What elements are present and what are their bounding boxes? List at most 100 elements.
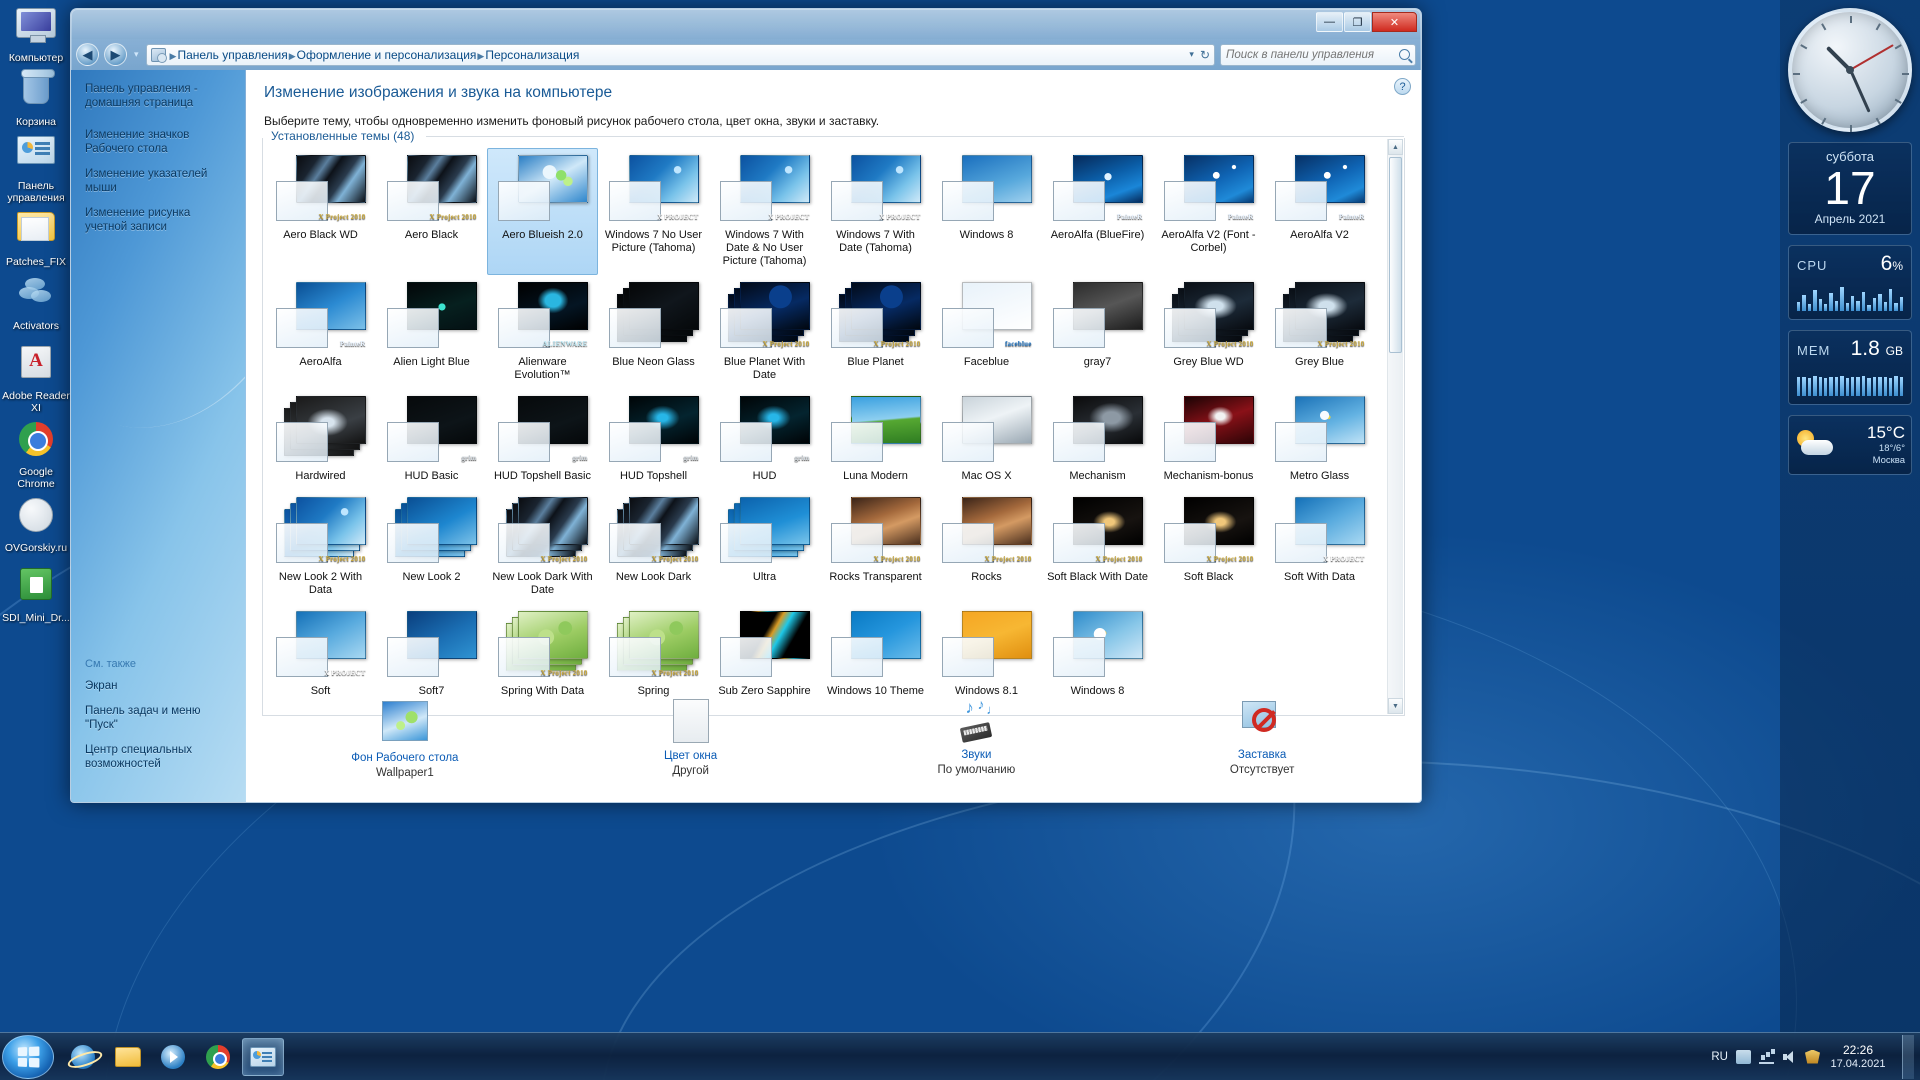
start-button[interactable] — [2, 1034, 54, 1079]
theme-item[interactable]: Hardwired — [265, 389, 376, 490]
theme-option-wallpaper[interactable]: Фон Рабочего стола Wallpaper1 — [305, 698, 505, 779]
recent-pages-dropdown-icon[interactable]: ▾ — [132, 49, 141, 60]
scroll-up-icon[interactable]: ▲ — [1388, 139, 1403, 155]
theme-item[interactable]: Sub Zero Sapphire — [709, 604, 820, 705]
theme-option-window-color[interactable]: Цвет окна Другой — [591, 698, 791, 777]
theme-item[interactable]: faceblue Faceblue — [931, 275, 1042, 389]
desktop-icon-recycle-bin[interactable]: Корзина — [0, 69, 72, 128]
theme-item[interactable]: PaintеR AeroAlfa V2 (Font - Corbel) — [1153, 148, 1264, 275]
address-bar[interactable]: ▶Панель управления▶Оформление и персонал… — [145, 43, 1215, 66]
calendar-gadget[interactable]: суббота 17 Апрель 2021 — [1788, 142, 1912, 235]
theme-item[interactable]: grim HUD Basic — [376, 389, 487, 490]
theme-item[interactable]: Metro Glass — [1264, 389, 1375, 490]
theme-item[interactable]: Alien Light Blue — [376, 275, 487, 389]
search-box[interactable] — [1220, 43, 1416, 66]
theme-item[interactable]: grim HUD Topshell — [598, 389, 709, 490]
window-titlebar[interactable]: — ❐ ✕ — [71, 9, 1421, 39]
theme-item[interactable]: Soft7 — [376, 604, 487, 705]
theme-item[interactable]: Aero Blueish 2.0 — [487, 148, 598, 275]
desktop-icon-folder[interactable]: Patches_FIX — [0, 212, 72, 268]
close-button[interactable]: ✕ — [1372, 12, 1417, 32]
theme-item[interactable]: Ultra — [709, 490, 820, 604]
back-button[interactable]: ◀ — [76, 43, 99, 66]
theme-option-screensaver[interactable]: Заставка Отсутствует — [1162, 698, 1362, 776]
address-dropdown-icon[interactable]: ▾ — [1189, 49, 1194, 60]
theme-item[interactable]: grim HUD Topshell Basic — [487, 389, 598, 490]
theme-item[interactable]: grim HUD — [709, 389, 820, 490]
theme-item[interactable]: X PROJECT Windows 7 No User Picture (Taho… — [598, 148, 709, 275]
theme-item[interactable]: PaintеR AeroAlfa — [265, 275, 376, 389]
option-link[interactable]: Цвет окна — [591, 750, 791, 762]
theme-item[interactable]: X Project 2010 New Look Dark — [598, 490, 709, 604]
theme-item[interactable]: Mechanism — [1042, 389, 1153, 490]
theme-item[interactable]: X PROJECT Soft — [265, 604, 376, 705]
desktop-icon-computer[interactable]: Компьютер — [0, 8, 72, 64]
theme-item[interactable]: gray7 — [1042, 275, 1153, 389]
theme-item[interactable]: Luna Modern — [820, 389, 931, 490]
theme-item[interactable]: X Project 2010 Rocks — [931, 490, 1042, 604]
search-input[interactable] — [1226, 48, 1395, 61]
theme-item[interactable]: X Project 2010 Soft Black With Date — [1042, 490, 1153, 604]
desktop-icon-disc[interactable]: OVGorskiy.ru — [0, 498, 72, 554]
minimize-button[interactable]: — — [1316, 12, 1343, 32]
refresh-icon[interactable]: ↻ — [1200, 48, 1210, 62]
scrollbar-thumb[interactable] — [1389, 157, 1402, 353]
desktop-icon-control-panel[interactable]: Панель управления — [0, 136, 72, 204]
search-icon[interactable] — [1399, 49, 1410, 60]
themes-scrollbar[interactable]: ▲ ▼ — [1387, 139, 1403, 714]
theme-item[interactable]: PaintеR AeroAlfa (BlueFire) — [1042, 148, 1153, 275]
theme-item[interactable]: X Project 2010 Spring — [598, 604, 709, 705]
taskbar-button-control-panel[interactable] — [242, 1037, 284, 1076]
theme-item[interactable]: ALIENWARE Alienware Evolution™ — [487, 275, 598, 389]
theme-item[interactable]: X Project 2010 Spring With Data — [487, 604, 598, 705]
taskbar-button-chrome[interactable] — [197, 1038, 239, 1076]
theme-item[interactable]: Windows 8 — [1042, 604, 1153, 705]
shield-icon[interactable] — [1805, 1049, 1820, 1064]
breadcrumb-item[interactable]: Оформление и персонализация — [297, 48, 477, 62]
volume-icon[interactable] — [1782, 1050, 1797, 1064]
theme-item[interactable]: Windows 8.1 — [931, 604, 1042, 705]
theme-item[interactable]: X Project 2010 Blue Planet — [820, 275, 931, 389]
option-link[interactable]: Заставка — [1162, 749, 1362, 761]
theme-item[interactable]: PaintеR AeroAlfa V2 — [1264, 148, 1375, 275]
see-also-link-0[interactable]: Экран — [71, 679, 245, 693]
language-indicator[interactable]: RU — [1711, 1051, 1728, 1063]
see-also-link-2[interactable]: Центр специальных возможностей — [71, 743, 245, 771]
weather-gadget[interactable]: 15°C 18°/6° Москва — [1788, 415, 1912, 475]
desktop-icon-sdi[interactable]: SDI_Mini_Dr... — [0, 568, 72, 624]
forward-button[interactable]: ▶ — [104, 43, 127, 66]
theme-item[interactable]: New Look 2 — [376, 490, 487, 604]
clock-area[interactable]: 22:26 17.04.2021 — [1828, 1043, 1888, 1071]
network-icon[interactable] — [1759, 1050, 1774, 1064]
themes-scroll-area[interactable]: X Project 2010 Aero Black WD X Project 201… — [265, 148, 1387, 713]
cpu-meter-gadget[interactable]: CPU 6% — [1788, 245, 1912, 320]
option-link[interactable]: Звуки — [876, 749, 1076, 761]
breadcrumb-item[interactable]: Панель управления — [177, 48, 287, 62]
maximize-button[interactable]: ❐ — [1344, 12, 1371, 32]
theme-item[interactable]: X Project 2010 Grey Blue WD — [1153, 275, 1264, 389]
taskbar-button-media-player[interactable] — [152, 1038, 194, 1076]
theme-item[interactable]: X Project 2010 Aero Black — [376, 148, 487, 275]
nav-link-2[interactable]: Изменение указателей мыши — [71, 167, 245, 195]
desktop-icon-adobe-reader[interactable]: Adobe Reader XI — [0, 346, 72, 414]
theme-item[interactable]: Mechanism-bonus — [1153, 389, 1264, 490]
option-link[interactable]: Фон Рабочего стола — [305, 752, 505, 764]
nav-link-0[interactable]: Панель управления - домашняя страница — [71, 82, 245, 110]
desktop-icon-shortcut[interactable]: Activators — [0, 276, 72, 332]
theme-item[interactable]: X PROJECT Windows 7 With Date (Tahoma) — [820, 148, 931, 275]
nav-link-1[interactable]: Изменение значков Рабочего стола — [71, 128, 245, 156]
theme-item[interactable]: X Project 2010 Blue Planet With Date — [709, 275, 820, 389]
theme-item[interactable]: X PROJECT Windows 7 With Date & No User P… — [709, 148, 820, 275]
clock-gadget[interactable] — [1788, 8, 1912, 132]
theme-item[interactable]: Blue Neon Glass — [598, 275, 709, 389]
show-desktop-button[interactable] — [1902, 1034, 1914, 1079]
theme-item[interactable]: X Project 2010 Soft Black — [1153, 490, 1264, 604]
theme-item[interactable]: X Project 2010 New Look 2 With Data — [265, 490, 376, 604]
action-center-flag-icon[interactable] — [1736, 1049, 1751, 1064]
theme-item[interactable]: Windows 10 Theme — [820, 604, 931, 705]
theme-item[interactable]: Mac OS X — [931, 389, 1042, 490]
taskbar-button-internet-explorer[interactable] — [62, 1038, 104, 1076]
theme-item[interactable]: X Project 2010 Grey Blue — [1264, 275, 1375, 389]
memory-meter-gadget[interactable]: MEM 1.8 GB — [1788, 330, 1912, 405]
theme-item[interactable]: X Project 2010 Aero Black WD — [265, 148, 376, 275]
